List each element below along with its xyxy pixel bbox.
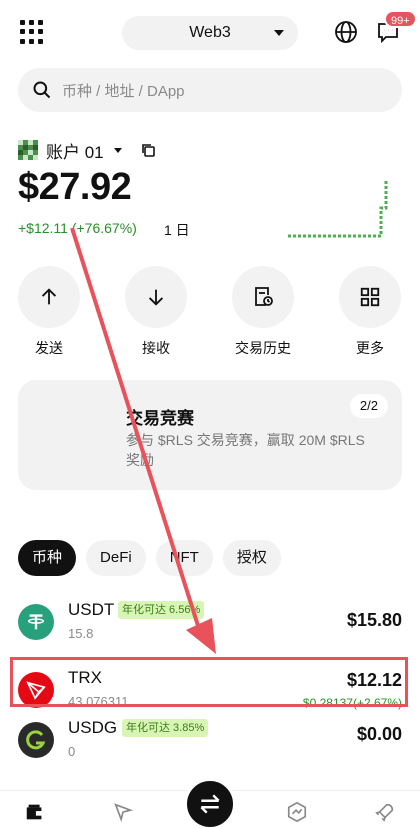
promo-title: 交易竞赛: [126, 409, 194, 428]
receive-button[interactable]: 接收: [125, 266, 187, 358]
asset-value: $0.00: [356, 724, 402, 744]
chevron-down-icon: [274, 30, 284, 36]
total-balance: $27.92: [18, 166, 132, 208]
history-button[interactable]: 交易历史: [232, 266, 294, 358]
earn-icon[interactable]: [286, 801, 308, 823]
avatar[interactable]: [18, 140, 38, 160]
more-label: 更多: [356, 340, 384, 356]
history-icon: [255, 287, 273, 306]
account-selector[interactable]: 账户 01: [46, 138, 122, 163]
discover-icon[interactable]: [112, 801, 134, 823]
swap-icon: [200, 794, 220, 814]
copy-icon[interactable]: [140, 142, 156, 158]
arrow-up-icon: [41, 288, 57, 305]
promo-banner[interactable]: 交易竞赛 参与 $RLS 交易竞赛，赢取 20M $RLS 奖励 2/2: [18, 380, 402, 490]
arrow-down-icon: [148, 289, 164, 306]
wallet-icon[interactable]: [24, 801, 46, 823]
asset-symbol: USDG: [68, 718, 118, 737]
asset-amount: 15.8: [68, 626, 94, 641]
tab-approvals[interactable]: 授权: [222, 540, 281, 576]
send-button[interactable]: 发送: [18, 266, 80, 358]
notification-badge: 99+: [384, 10, 417, 28]
tab-tokens[interactable]: 币种: [18, 540, 77, 576]
receive-label: 接收: [142, 340, 170, 356]
tab-defi[interactable]: DeFi: [86, 540, 146, 576]
caret-down-icon: [113, 148, 122, 153]
search-input[interactable]: 币种 / 地址 / DApp: [18, 68, 402, 112]
asset-tabs: 币种 DeFi NFT 授权: [18, 540, 281, 576]
swap-button[interactable]: [184, 778, 236, 829]
search-placeholder: 币种 / 地址 / DApp: [62, 82, 185, 100]
send-label: 发送: [35, 340, 63, 356]
balance-sparkline: [288, 180, 388, 238]
grid-icon: [360, 287, 380, 307]
tab-nft[interactable]: NFT: [155, 540, 213, 576]
globe-icon[interactable]: [334, 20, 358, 44]
network-selector[interactable]: Web3: [122, 16, 298, 50]
promo-description: 参与 $RLS 交易竞赛，赢取 20M $RLS 奖励: [126, 432, 365, 468]
usdt-icon: [18, 604, 54, 640]
account-name: 账户 01: [46, 143, 104, 162]
rocket-icon[interactable]: [374, 801, 396, 823]
asset-row-usdt[interactable]: USDT 年化可达 6.56% 15.8 $15.80: [0, 594, 420, 654]
apps-grid-icon[interactable]: [20, 20, 44, 44]
highlight-box: [10, 657, 408, 707]
history-label: 交易历史: [235, 340, 291, 356]
yield-badge: 年化可达 6.56%: [118, 601, 205, 619]
asset-row-usdg[interactable]: USDG 年化可达 3.85% 0 $0.00: [0, 712, 420, 772]
network-label: Web3: [189, 24, 231, 41]
usdg-icon: [18, 722, 54, 758]
asset-amount: 0: [68, 744, 76, 759]
balance-change: +$12.11 (+76.67%): [18, 220, 137, 236]
yield-badge: 年化可达 3.85%: [122, 719, 209, 737]
asset-value: $15.80: [346, 610, 402, 630]
asset-symbol: USDT: [68, 600, 115, 619]
search-icon: [33, 81, 51, 99]
more-button[interactable]: 更多: [339, 266, 401, 358]
period-selector[interactable]: 1 日: [164, 220, 190, 240]
promo-page-indicator: 2/2: [349, 394, 388, 418]
